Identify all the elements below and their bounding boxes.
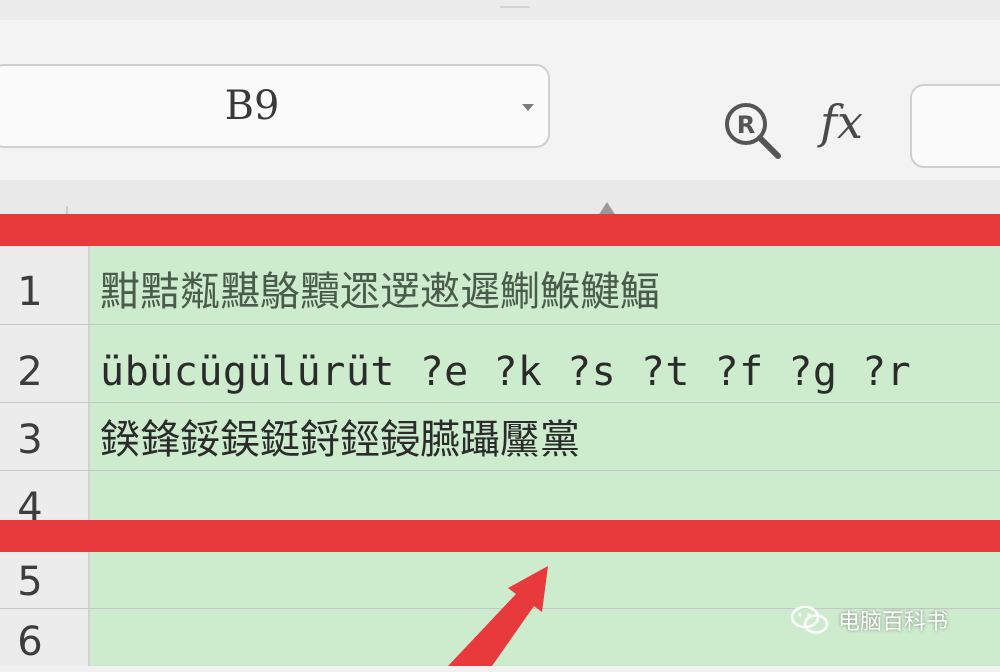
row-number[interactable]: 6 [0, 612, 60, 672]
cell-garbled-text[interactable]: übücügülürüt ?e ?k ?s ?t ?f ?g ?r [100, 342, 911, 402]
formula-bar-input[interactable] [910, 84, 1000, 168]
svg-text:R: R [737, 111, 755, 139]
watermark: 电脑百科书 [790, 600, 948, 640]
highlight-band-top [0, 214, 1000, 246]
row-number[interactable]: 1 [0, 262, 60, 322]
cell-garbled-text[interactable]: 黚黠甐黮鴼黷遝遻遫遲鯯鯸鰎鰏 [100, 262, 660, 322]
row-divider [0, 402, 1000, 403]
row-divider [0, 324, 1000, 325]
formula-toolbar: B9 R fx [0, 20, 1000, 180]
fx-function-icon[interactable]: fx [820, 92, 863, 152]
wechat-icon [790, 605, 829, 634]
row-1: 1 黚黠甐黮鴼黷遝遻遫遲鯯鯸鰎鰏 [0, 262, 1000, 322]
row-number[interactable]: 3 [0, 410, 60, 470]
row-2: 2 übücügülürüt ?e ?k ?s ?t ?f ?g ?r [0, 342, 1000, 402]
zoom-search-icon[interactable]: R [720, 98, 784, 162]
watermark-text: 电脑百科书 [838, 610, 949, 635]
row-number[interactable]: 5 [0, 552, 60, 612]
top-divider [500, 0, 530, 8]
row-3: 3 鍨鋒鋖鋘鋌鋝鋞鋟臙躡黶黨 [0, 410, 1000, 470]
pointer-arrow-icon [448, 566, 548, 666]
chevron-down-icon[interactable] [522, 104, 534, 111]
window-top-strip [0, 0, 1000, 20]
name-box-value: B9 [224, 83, 280, 129]
row-number[interactable]: 2 [0, 342, 60, 402]
cell-garbled-text[interactable]: 鍨鋒鋖鋘鋌鋝鋞鋟臙躡黶黨 [100, 410, 580, 470]
row-divider [0, 470, 1000, 471]
name-box[interactable]: B9 [0, 64, 550, 148]
